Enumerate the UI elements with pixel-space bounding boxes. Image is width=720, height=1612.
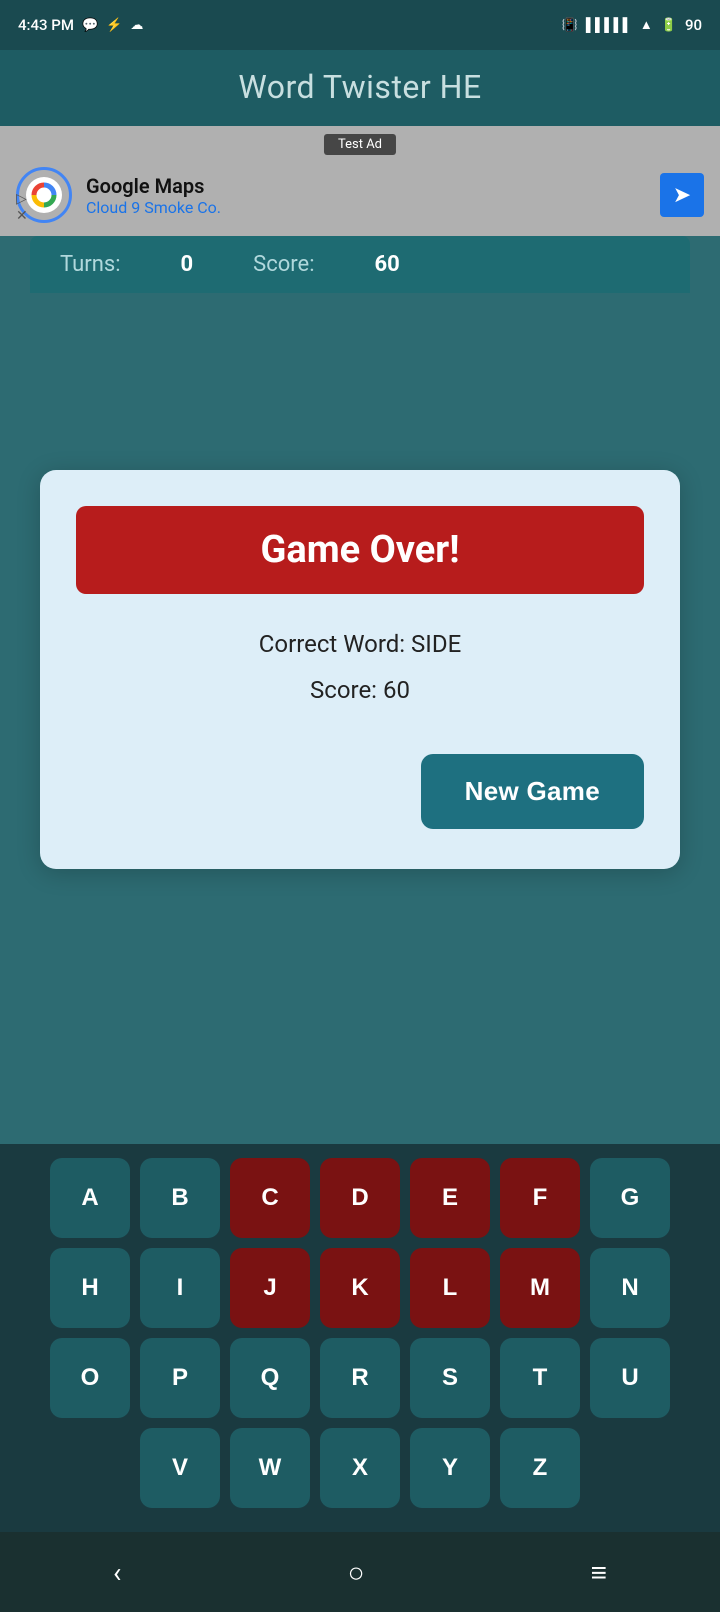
app-header: Word Twister HE <box>0 50 720 126</box>
keyboard-row-3: O P Q R S T U <box>10 1338 710 1418</box>
turns-value: 0 <box>181 252 194 277</box>
nav-bar: ‹ ○ ≡ <box>0 1532 720 1612</box>
key-U[interactable]: U <box>590 1338 670 1418</box>
ad-play-icon[interactable]: ▷ <box>16 192 27 206</box>
status-left: 4:43 PM 💬 ⚡ ☁ <box>18 16 143 34</box>
game-info-bar: Turns: 0 Score: 60 <box>30 236 690 293</box>
key-D[interactable]: D <box>320 1158 400 1238</box>
home-button[interactable]: ○ <box>348 1556 365 1589</box>
modal-actions: New Game <box>76 754 644 829</box>
key-F[interactable]: F <box>500 1158 580 1238</box>
battery-icon: 🔋 <box>661 18 677 33</box>
battery-level: 90 <box>685 16 702 34</box>
score-label: Score: <box>253 252 314 277</box>
turns-label: Turns: <box>60 252 121 277</box>
new-game-button[interactable]: New Game <box>421 754 644 829</box>
ad-label: Test Ad <box>324 134 396 155</box>
key-S[interactable]: S <box>410 1338 490 1418</box>
key-G[interactable]: G <box>590 1158 670 1238</box>
key-T[interactable]: T <box>500 1338 580 1418</box>
ad-content: Google Maps Cloud 9 Smoke Co. <box>16 167 221 223</box>
ad-banner[interactable]: Test Ad Google Maps Cloud 9 Smoke Co. ➤ … <box>0 126 720 236</box>
keyboard-row-2: H I J K L M N <box>10 1248 710 1328</box>
game-over-text: Game Over! <box>260 528 459 572</box>
signal-icon: ▌▌▌▌▌ <box>586 17 632 33</box>
key-P[interactable]: P <box>140 1338 220 1418</box>
key-Y[interactable]: Y <box>410 1428 490 1508</box>
keyboard-row-4: V W X Y Z <box>10 1428 710 1508</box>
back-button[interactable]: ‹ <box>113 1556 121 1589</box>
key-E[interactable]: E <box>410 1158 490 1238</box>
key-H[interactable]: H <box>50 1248 130 1328</box>
status-right: 📳 ▌▌▌▌▌ ▲ 🔋 90 <box>562 16 702 34</box>
ad-text-block: Google Maps Cloud 9 Smoke Co. <box>86 174 221 217</box>
key-X[interactable]: X <box>320 1428 400 1508</box>
ad-x-icon[interactable]: ✕ <box>16 208 28 224</box>
key-K[interactable]: K <box>320 1248 400 1328</box>
whatsapp-icon: 💬 <box>82 18 98 33</box>
key-R[interactable]: R <box>320 1338 400 1418</box>
key-M[interactable]: M <box>500 1248 580 1328</box>
key-N[interactable]: N <box>590 1248 670 1328</box>
key-W[interactable]: W <box>230 1428 310 1508</box>
usb-icon: ⚡ <box>106 18 122 33</box>
cloud-icon: ☁ <box>130 18 143 33</box>
ad-arrow-icon[interactable]: ➤ <box>660 173 704 217</box>
key-O[interactable]: O <box>50 1338 130 1418</box>
key-C[interactable]: C <box>230 1158 310 1238</box>
vibrate-icon: 📳 <box>562 18 578 33</box>
game-over-modal: Game Over! Correct Word: SIDE Score: 60 … <box>40 470 680 869</box>
app-title: Word Twister HE <box>238 68 481 106</box>
menu-button[interactable]: ≡ <box>591 1556 607 1589</box>
key-Z[interactable]: Z <box>500 1428 580 1508</box>
status-bar: 4:43 PM 💬 ⚡ ☁ 📳 ▌▌▌▌▌ ▲ 🔋 90 <box>0 0 720 50</box>
key-L[interactable]: L <box>410 1248 490 1328</box>
key-V[interactable]: V <box>140 1428 220 1508</box>
ad-sub-text: Cloud 9 Smoke Co. <box>86 198 221 217</box>
wifi-icon: ▲ <box>640 17 653 33</box>
modal-score-text: Score: 60 <box>76 676 644 704</box>
correct-word-text: Correct Word: SIDE <box>76 630 644 658</box>
game-over-banner: Game Over! <box>76 506 644 594</box>
score-value: 60 <box>375 252 400 277</box>
key-Q[interactable]: Q <box>230 1338 310 1418</box>
key-B[interactable]: B <box>140 1158 220 1238</box>
key-J[interactable]: J <box>230 1248 310 1328</box>
key-I[interactable]: I <box>140 1248 220 1328</box>
keyboard-row-1: A B C D E F G <box>10 1158 710 1238</box>
time-display: 4:43 PM <box>18 16 74 34</box>
ad-main-text: Google Maps <box>86 174 221 198</box>
key-A[interactable]: A <box>50 1158 130 1238</box>
keyboard-area: A B C D E F G H I J K L M N O P Q R S T … <box>0 1144 720 1532</box>
